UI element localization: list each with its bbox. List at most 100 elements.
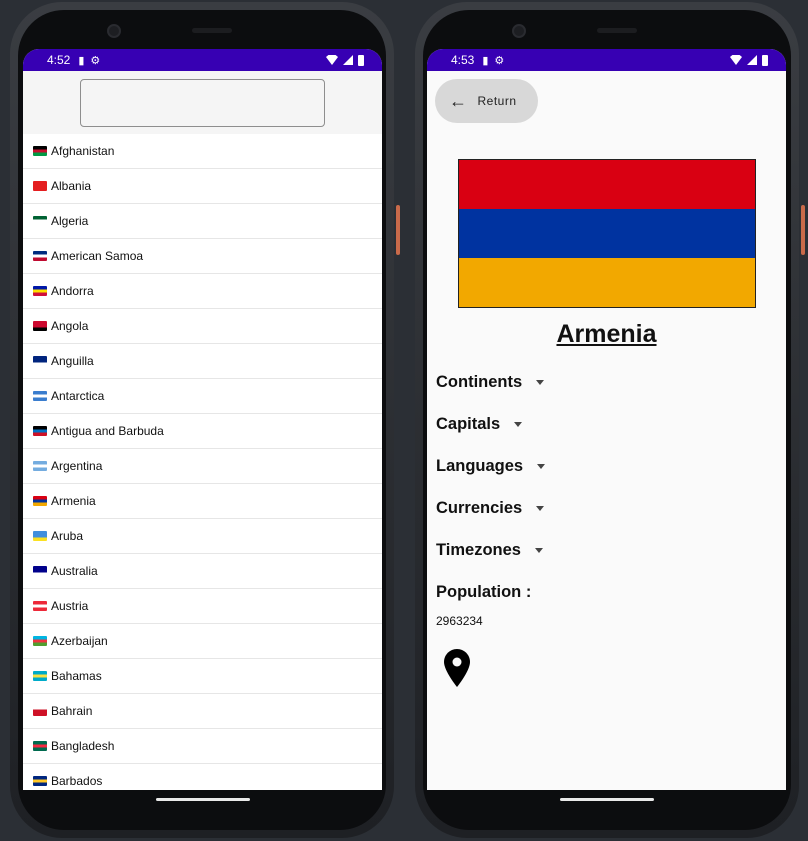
wifi-icon <box>326 55 338 65</box>
country-list-item[interactable]: Armenia <box>23 484 382 519</box>
flag-icon <box>33 391 47 401</box>
sd-card-icon: ▮ <box>78 54 85 67</box>
flag-icon <box>33 461 47 471</box>
country-name-label: American Samoa <box>51 249 144 263</box>
search-input[interactable] <box>80 78 325 127</box>
caret-down-icon <box>534 548 543 553</box>
status-bar: 4:53 ▮ ⚙ <box>427 49 786 71</box>
capitals-dropdown[interactable]: Capitals <box>436 415 523 434</box>
flag-icon <box>33 706 47 716</box>
country-name-label: Antigua and Barbuda <box>51 424 164 438</box>
speaker-grille <box>192 28 232 33</box>
country-list-item[interactable]: American Samoa <box>23 239 382 274</box>
side-button <box>801 205 805 255</box>
flag-icon <box>33 426 47 436</box>
languages-label: Languages <box>436 457 524 475</box>
flag-icon <box>33 531 47 541</box>
camera-icon <box>512 24 526 38</box>
flag-icon <box>33 181 47 191</box>
country-name-label: Bahrain <box>51 704 93 718</box>
caret-down-icon <box>537 464 546 469</box>
country-list-item[interactable]: Algeria <box>23 204 382 239</box>
country-list-item[interactable]: Afghanistan <box>23 134 382 169</box>
flag-icon <box>33 216 47 226</box>
country-list-item[interactable]: Bahamas <box>23 659 382 694</box>
country-name-label: Argentina <box>51 459 103 473</box>
country-flag <box>458 159 756 308</box>
country-list-item[interactable]: Anguilla <box>23 344 382 379</box>
continents-dropdown[interactable]: Continents <box>436 373 545 392</box>
side-button <box>396 205 400 255</box>
country-list-screen: 4:52 ▮ ⚙ Afghanistan Albania Algeria Americ… <box>23 49 382 790</box>
status-time: 4:52 <box>47 53 71 67</box>
search-area <box>23 71 382 134</box>
caret-down-icon <box>514 422 523 427</box>
flag-icon <box>33 671 47 681</box>
country-name-label: Azerbaijan <box>51 634 108 648</box>
country-name-label: Australia <box>51 564 98 578</box>
country-list-item[interactable]: Albania <box>23 169 382 204</box>
country-list-item[interactable]: Bahrain <box>23 694 382 729</box>
currencies-label: Currencies <box>436 499 523 517</box>
country-name-label: Armenia <box>51 494 96 508</box>
country-name-label: Angola <box>51 319 89 333</box>
home-indicator[interactable] <box>560 798 654 801</box>
continents-label: Continents <box>436 373 523 391</box>
country-name-label: Austria <box>51 599 89 613</box>
caret-down-icon <box>536 506 545 511</box>
location-pin-icon[interactable] <box>444 649 470 687</box>
country-name-label: Barbados <box>51 774 103 788</box>
flag-icon <box>33 146 47 156</box>
country-name-label: Aruba <box>51 529 84 543</box>
sd-card-icon: ▮ <box>482 54 489 67</box>
country-list: Afghanistan Albania Algeria American Samoa A… <box>23 134 382 790</box>
return-button[interactable]: ← Return <box>435 79 538 123</box>
settings-icon: ⚙ <box>90 54 101 67</box>
flag-icon <box>33 636 47 646</box>
languages-dropdown[interactable]: Languages <box>436 457 546 476</box>
flag-icon <box>33 776 47 786</box>
flag-stripe-top <box>459 160 755 209</box>
settings-icon: ⚙ <box>494 54 505 67</box>
country-list-item[interactable]: Aruba <box>23 519 382 554</box>
flag-stripe-middle <box>459 208 755 258</box>
country-list-item[interactable]: Antigua and Barbuda <box>23 414 382 449</box>
country-list-item[interactable]: Azerbaijan <box>23 624 382 659</box>
country-list-item[interactable]: Bangladesh <box>23 729 382 764</box>
flag-icon <box>33 566 47 576</box>
country-name-label: Antarctica <box>51 389 105 403</box>
camera-icon <box>107 24 121 38</box>
country-list-item[interactable]: Argentina <box>23 449 382 484</box>
country-list-item[interactable]: Angola <box>23 309 382 344</box>
country-list-item[interactable]: Barbados <box>23 764 382 790</box>
country-title: Armenia <box>556 320 657 348</box>
population-value: 2963234 <box>436 614 483 628</box>
timezones-dropdown[interactable]: Timezones <box>436 541 543 560</box>
speaker-grille <box>597 28 637 33</box>
country-name-label: Bangladesh <box>51 739 115 753</box>
country-name-label: Afghanistan <box>51 144 115 158</box>
flag-icon <box>33 251 47 261</box>
flag-stripe-bottom <box>459 257 755 307</box>
home-indicator[interactable] <box>156 798 250 801</box>
country-list-item[interactable]: Antarctica <box>23 379 382 414</box>
flag-icon <box>33 496 47 506</box>
capitals-label: Capitals <box>436 415 501 433</box>
population-label: Population : <box>436 583 532 601</box>
country-detail-screen: 4:53 ▮ ⚙ ← Return Armenia Continents Cap… <box>427 49 786 790</box>
currencies-dropdown[interactable]: Currencies <box>436 499 545 518</box>
wifi-icon <box>730 55 742 65</box>
country-name-label: Andorra <box>51 284 94 298</box>
population-heading: Population : <box>436 583 531 602</box>
country-name-label: Bahamas <box>51 669 102 683</box>
battery-icon <box>358 54 364 66</box>
country-list-item[interactable]: Andorra <box>23 274 382 309</box>
country-name-label: Anguilla <box>51 354 94 368</box>
flag-icon <box>33 741 47 751</box>
caret-down-icon <box>536 380 545 385</box>
signal-icon <box>343 55 353 65</box>
flag-icon <box>33 321 47 331</box>
country-list-item[interactable]: Austria <box>23 589 382 624</box>
country-list-item[interactable]: Australia <box>23 554 382 589</box>
status-bar: 4:52 ▮ ⚙ <box>23 49 382 71</box>
